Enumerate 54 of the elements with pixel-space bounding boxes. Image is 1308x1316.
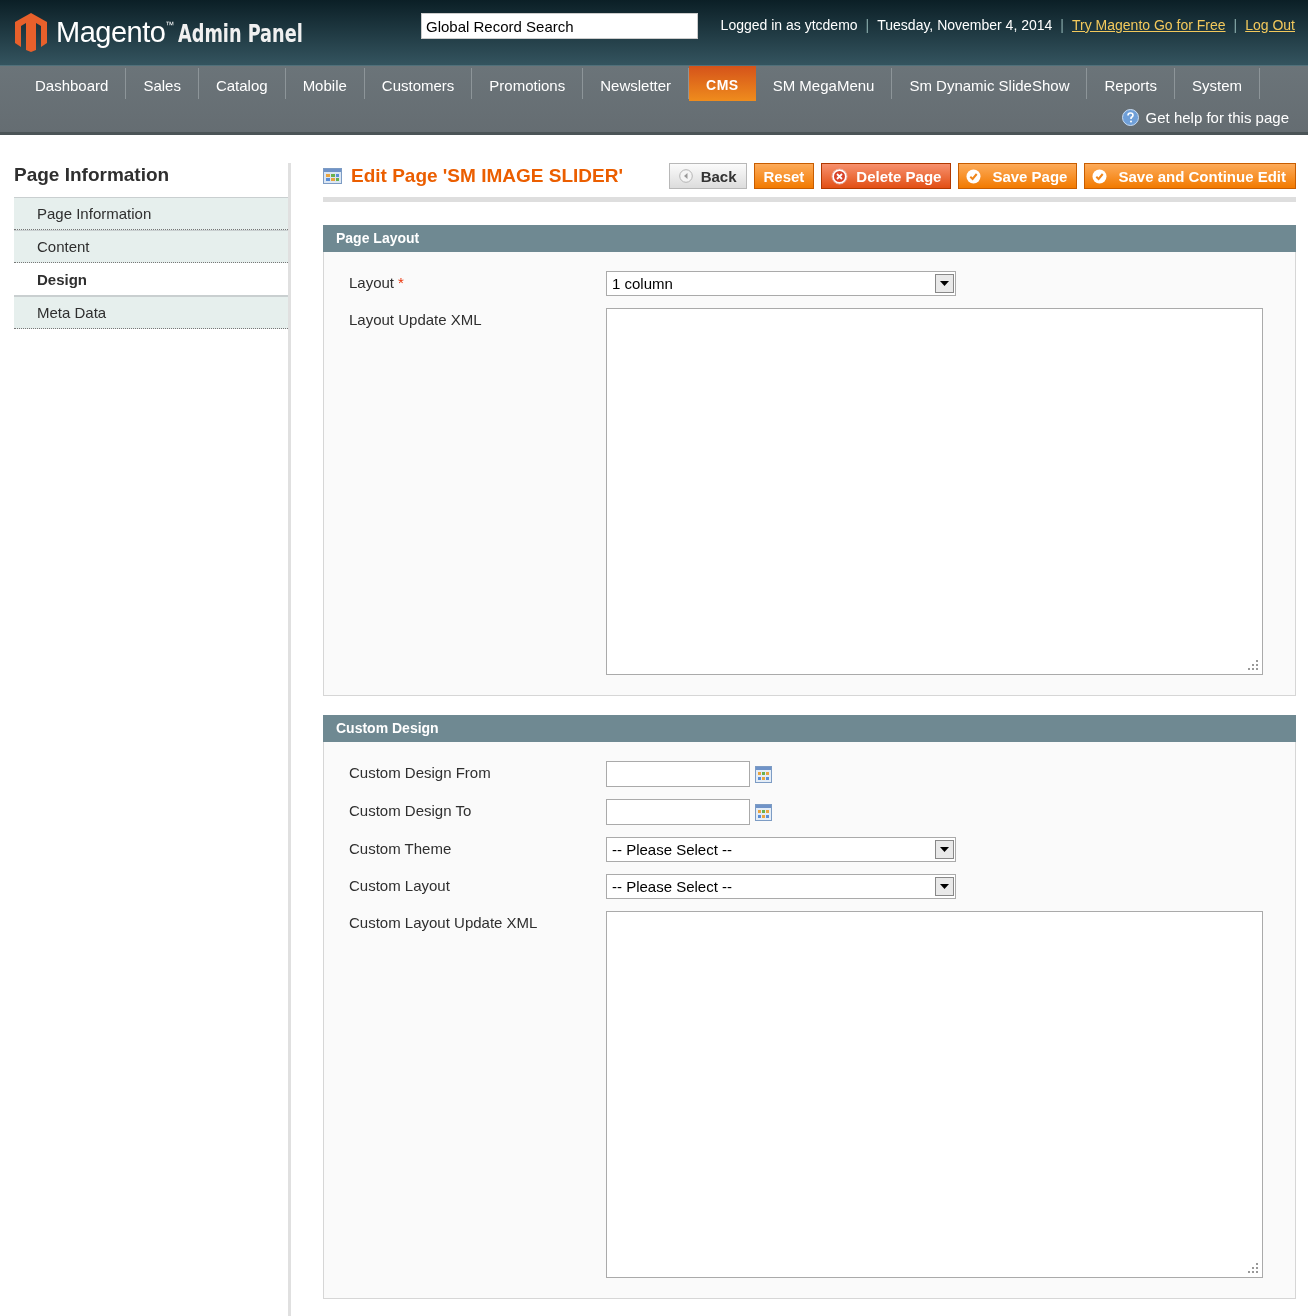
nav-tab[interactable]: Sm Dynamic SlideShow — [892, 68, 1088, 99]
sidebar-title: Page Information — [14, 163, 171, 186]
sidebar-tab[interactable]: Page Information — [14, 197, 288, 230]
calendar-icon[interactable] — [755, 765, 772, 783]
delete-icon — [831, 167, 849, 185]
nav-tab[interactable]: Dashboard — [18, 68, 127, 99]
header-link[interactable]: Log Out — [1245, 17, 1295, 33]
select-field[interactable]: 1 column — [606, 271, 956, 296]
resize-grip-icon[interactable] — [1247, 659, 1259, 671]
sidebar-tab[interactable]: Meta Data — [14, 296, 288, 329]
select-field[interactable]: -- Please Select -- — [606, 837, 956, 862]
checkmark-icon — [966, 168, 982, 184]
separator-text: | — [1233, 17, 1238, 33]
section-header: Page Layout — [323, 225, 1296, 252]
logo-subtitle: Admin Panel — [177, 20, 303, 48]
nav-tab[interactable]: SM MegaMenu — [755, 68, 893, 99]
nav-tab[interactable]: System — [1175, 68, 1261, 99]
help-link[interactable]: Get help for this page — [1145, 109, 1289, 126]
separator-text: | — [1060, 17, 1064, 33]
header-text: Tuesday, November 4, 2014 — [877, 17, 1053, 33]
header-text: Logged in as ytcdemo — [720, 17, 858, 33]
field-label: Layout Update XML — [349, 311, 482, 330]
checkmark-icon — [1092, 168, 1108, 184]
header-link[interactable]: Try Magento Go for Free — [1072, 17, 1226, 33]
action-button[interactable]: Back — [668, 163, 747, 189]
page-title: Edit Page 'SM IMAGE SLIDER' — [351, 165, 623, 187]
date-field[interactable] — [606, 799, 750, 825]
nav-tab[interactable]: CMS — [689, 66, 756, 101]
help-icon — [1121, 109, 1139, 126]
field-label: Custom Design To — [349, 802, 472, 821]
required-mark: * — [398, 274, 404, 293]
resize-grip-icon[interactable] — [1247, 1262, 1259, 1274]
field-label: Custom Theme — [349, 840, 452, 859]
calendar-icon[interactable] — [755, 803, 772, 821]
nav-tab[interactable]: Sales — [126, 68, 199, 99]
section-header: Custom Design — [323, 715, 1296, 742]
field-label: Layout — [349, 274, 395, 293]
nav-tab[interactable]: Catalog — [198, 68, 286, 99]
nav-tab[interactable]: Customers — [364, 68, 473, 99]
select-field[interactable]: -- Please Select -- — [606, 874, 956, 899]
search-field[interactable]: Global Record Search — [421, 13, 698, 39]
nav-tab[interactable]: Mobile — [285, 68, 365, 99]
field-label: Custom Layout — [349, 877, 450, 896]
page-icon — [323, 168, 342, 184]
logo-text: Magento$^{™}$ — [56, 15, 174, 49]
nav-tab[interactable]: Promotions — [472, 68, 584, 99]
action-button[interactable]: Delete Page — [821, 163, 952, 189]
logo-icon — [14, 12, 48, 52]
date-field[interactable] — [606, 761, 750, 787]
field-label: Custom Layout Update XML — [349, 914, 538, 933]
nav-tab[interactable]: Reports — [1087, 68, 1175, 99]
sidebar-tab[interactable]: Content — [14, 230, 288, 263]
separator-text: | — [865, 17, 870, 33]
field-label: Custom Design From — [349, 764, 491, 783]
